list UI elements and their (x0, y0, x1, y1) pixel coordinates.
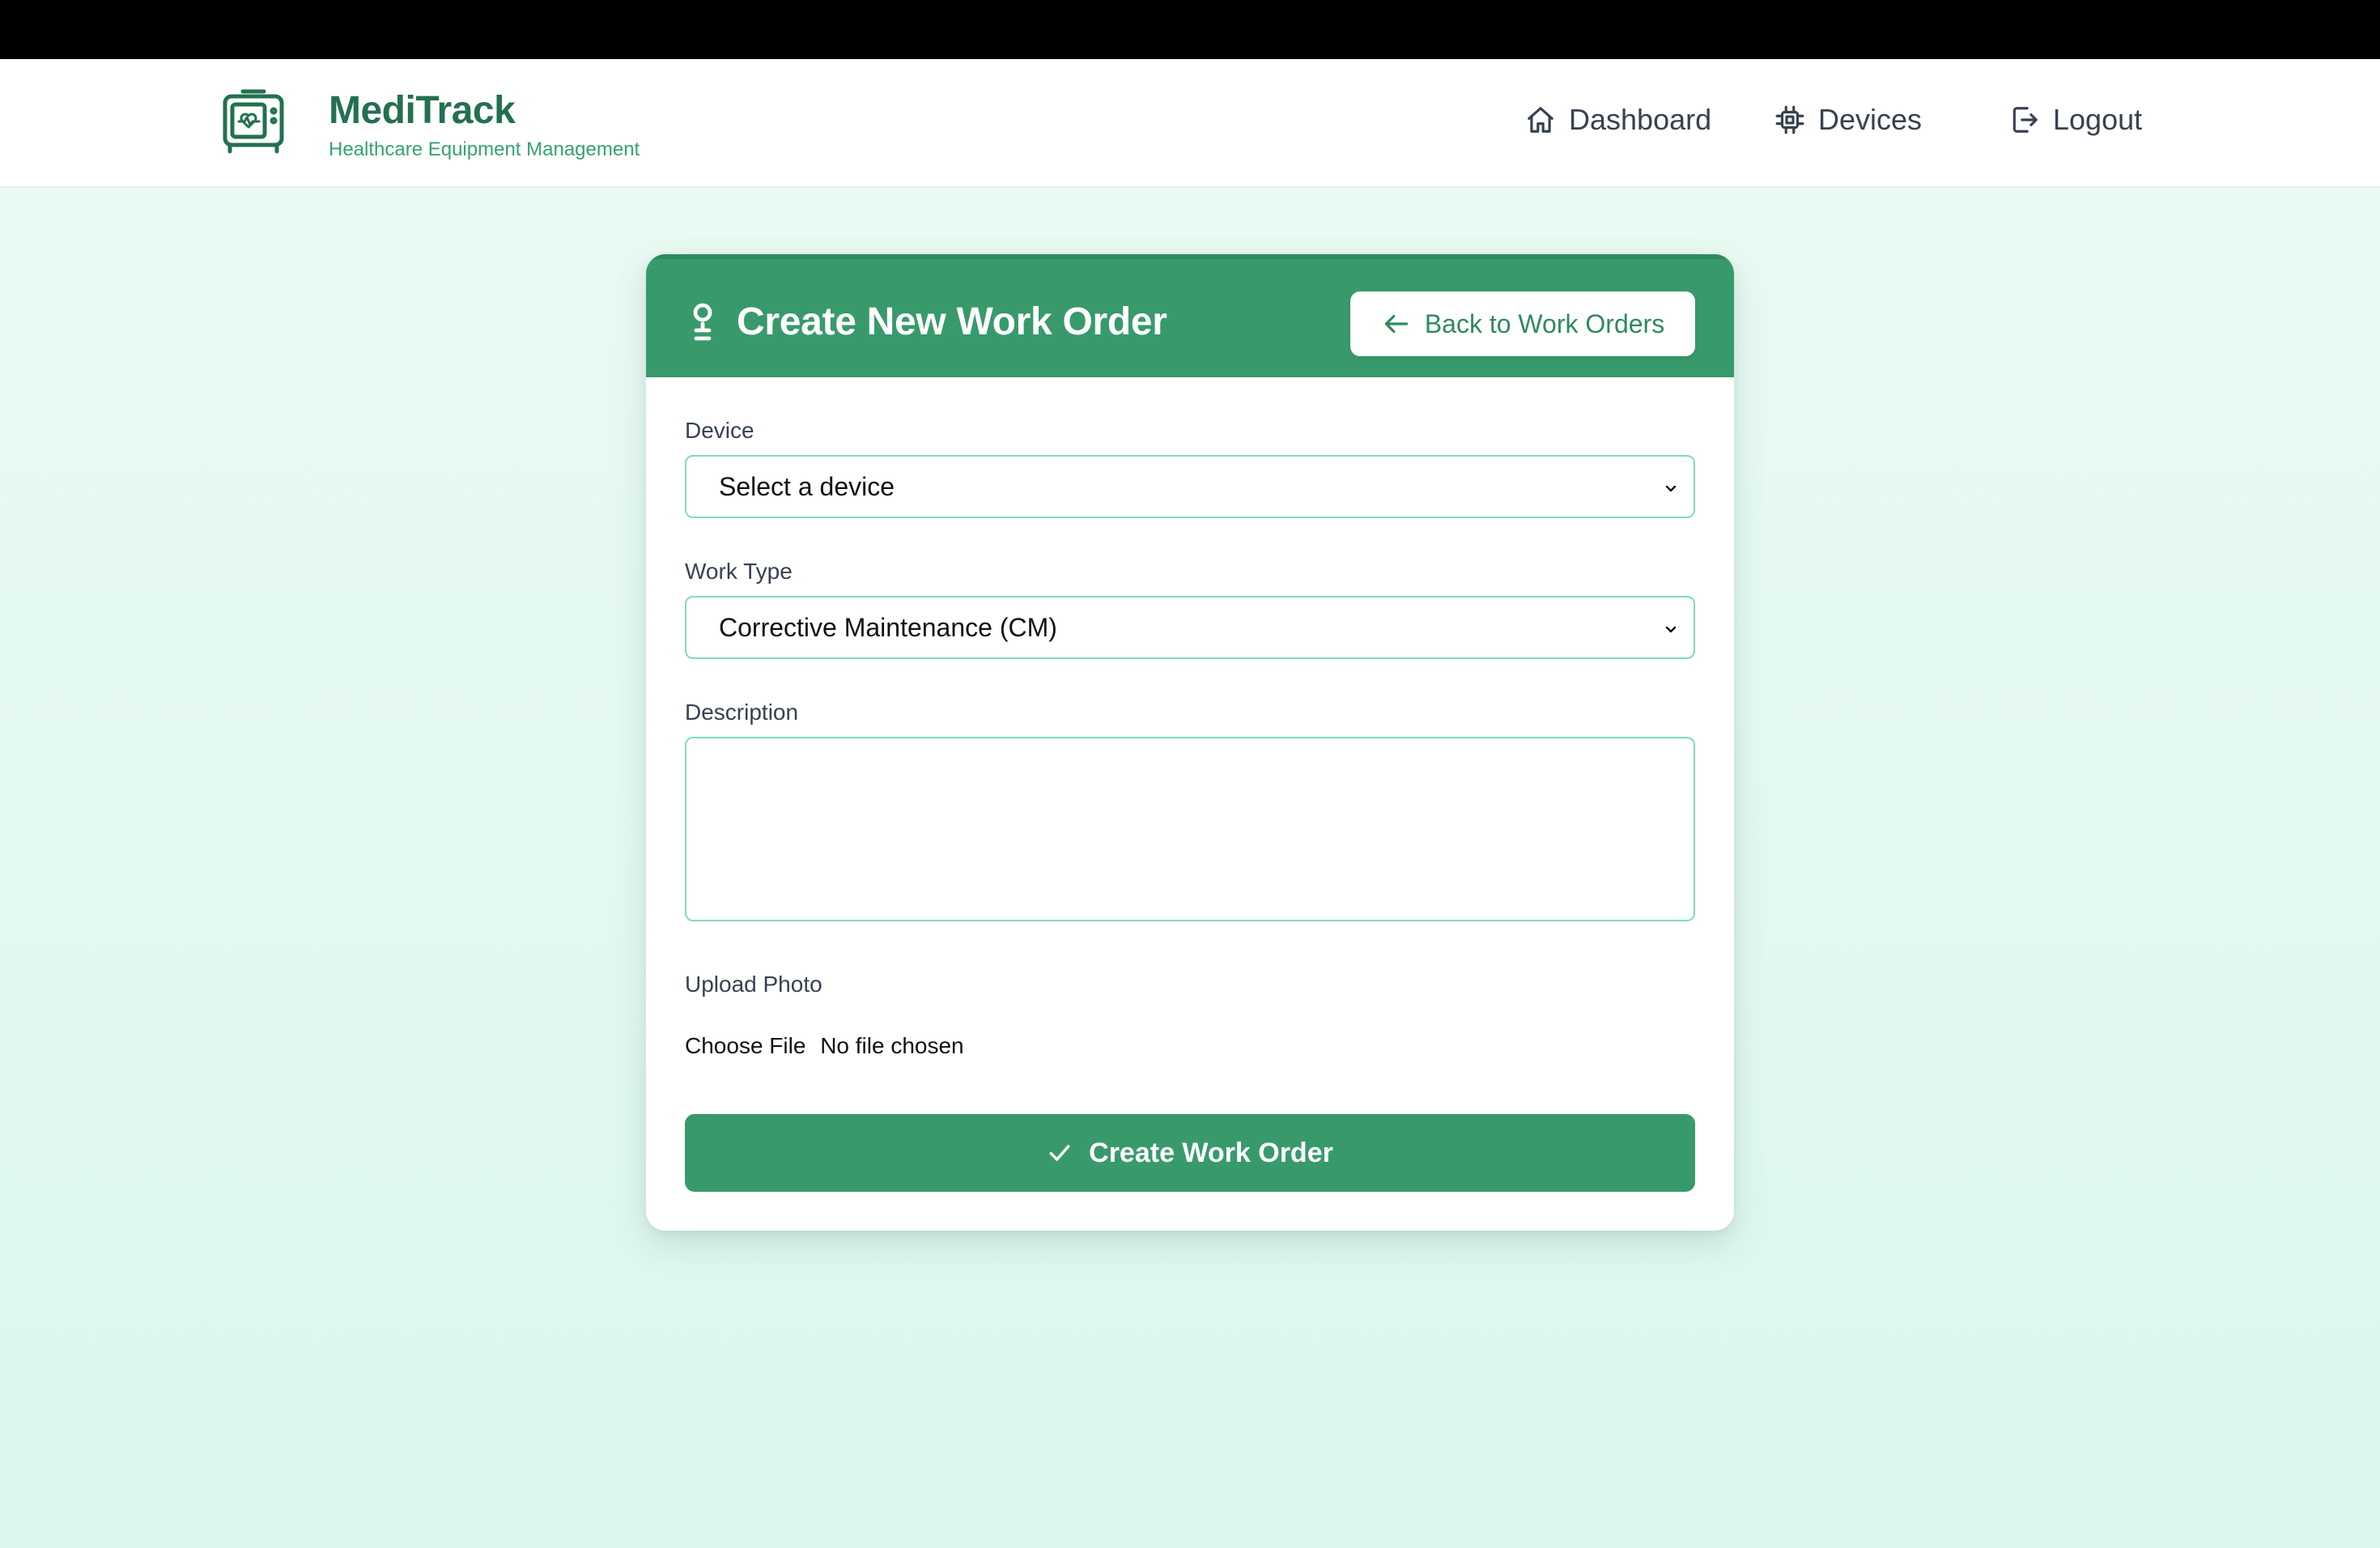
page-title: Create New Work Order (737, 300, 1167, 343)
back-button-label: Back to Work Orders (1424, 308, 1665, 338)
chip-icon (1775, 105, 1804, 134)
device-select-value: Select a device (719, 471, 895, 501)
nav-logout-label: Logout (2053, 103, 2143, 136)
work-type-label: Work Type (685, 559, 793, 584)
file-input[interactable]: Choose File No file chosen (685, 1033, 964, 1059)
device-select[interactable]: Select a device (685, 455, 1695, 518)
logout-icon (2012, 107, 2038, 133)
arrow-left-icon (1384, 314, 1409, 334)
chevron-down-icon (1665, 626, 1677, 633)
create-work-order-button[interactable]: Create Work Order (685, 1114, 1695, 1192)
work-type-select-value: Corrective Maintenance (CM) (719, 612, 1057, 642)
choose-file-button[interactable]: Choose File (685, 1033, 805, 1058)
description-label: Description (685, 700, 799, 725)
brand-subtitle: Healthcare Equipment Management (329, 138, 640, 160)
window-top-bar (0, 0, 2380, 59)
medical-monitor-icon (223, 89, 284, 154)
device-label: Device (685, 418, 754, 443)
wrench-icon (693, 303, 712, 341)
file-status: No file chosen (820, 1033, 964, 1058)
card-header: Create New Work Order Back to Work Order… (646, 254, 1734, 377)
home-icon (1528, 107, 1553, 133)
back-to-work-orders-button[interactable]: Back to Work Orders (1350, 291, 1695, 356)
chevron-down-icon (1665, 485, 1677, 492)
work-order-card: Create New Work Order Back to Work Order… (646, 254, 1734, 1231)
nav-devices-label: Devices (1818, 103, 1923, 136)
nav-logout[interactable]: Logout (2009, 100, 2142, 140)
description-textarea[interactable] (685, 737, 1695, 921)
submit-label: Create Work Order (1089, 1137, 1333, 1168)
upload-photo-label: Upload Photo (685, 972, 822, 997)
brand-title: MediTrack (329, 89, 516, 132)
work-type-select[interactable]: Corrective Maintenance (CM) (685, 596, 1695, 659)
check-icon (1049, 1145, 1070, 1161)
navbar: MediTrack Healthcare Equipment Managemen… (0, 59, 2380, 188)
nav-devices[interactable]: Devices (1774, 100, 1922, 140)
nav-dashboard[interactable]: Dashboard (1525, 100, 1711, 140)
nav-dashboard-label: Dashboard (1569, 103, 1712, 136)
